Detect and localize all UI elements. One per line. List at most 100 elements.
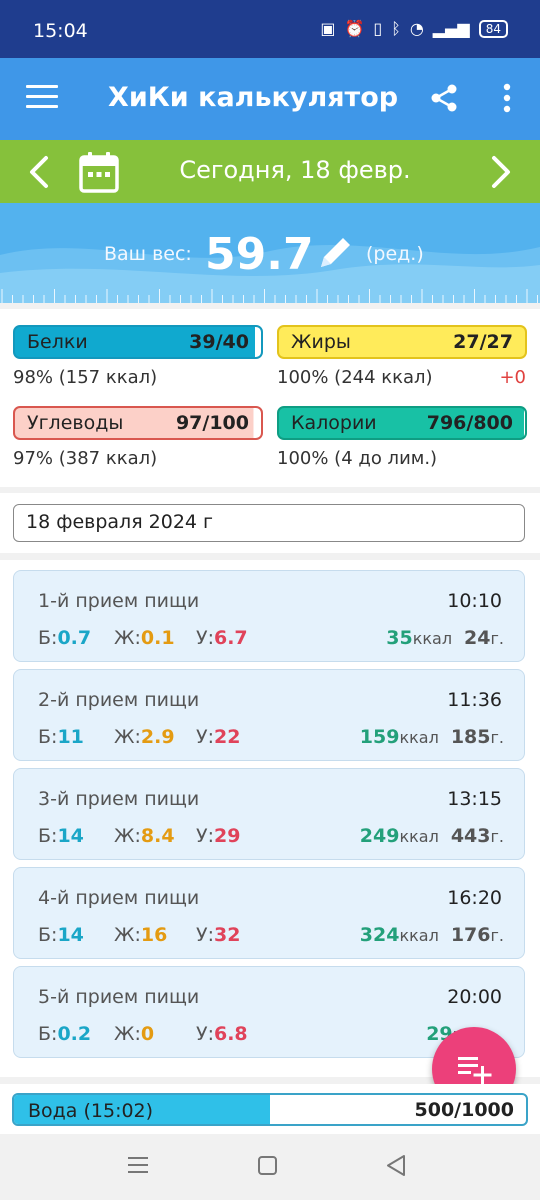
nfc-icon: ▣	[320, 19, 336, 38]
meal-time: 16:20	[447, 887, 502, 909]
hamburger-menu-icon[interactable]	[26, 85, 58, 113]
meal-name: 4-й прием пищи	[38, 887, 200, 909]
meal-gram-unit: г.	[490, 629, 505, 648]
meal-carbs: У:6.7	[196, 627, 248, 649]
calendar-icon[interactable]	[78, 150, 120, 194]
water-card: Вода (15:02) 500/1000	[0, 1084, 540, 1134]
date-field[interactable]: 18 февраля 2024 г	[13, 504, 525, 542]
chevron-right-icon[interactable]	[486, 154, 514, 190]
weight-edit-label[interactable]: (ред.)	[366, 243, 424, 265]
meal-item-3[interactable]: 3-й прием пищи 13:15 Б:14 Ж:8.4 У:29 249…	[13, 768, 525, 860]
meal-kcal: 35	[386, 627, 413, 649]
water-value: 500/1000	[414, 1099, 514, 1121]
meal-gram-unit: г.	[490, 728, 505, 747]
weight-value[interactable]: 59.7	[205, 229, 314, 280]
meal-name: 5-й прием пищи	[38, 986, 200, 1008]
meal-fat: Ж:0.1	[114, 627, 175, 649]
macros-summary-card: Белки 39/40 98% (157 ккал) Жиры 27/27 10…	[0, 309, 540, 487]
current-date-label[interactable]: Сегодня, 18 февр.	[140, 156, 450, 184]
meal-energy: 35ккал 24г.	[386, 627, 504, 649]
fat-label: Жиры	[291, 331, 351, 353]
wifi-icon: ◔	[409, 19, 424, 38]
meal-carbs: У:29	[196, 825, 241, 847]
status-bar: 15:04 ▣ ⏰ ▯ ᛒ ◔ ▂▄▆ 84	[0, 0, 540, 58]
meal-grams: 24	[464, 627, 491, 649]
pencil-icon[interactable]	[315, 233, 355, 273]
fat-value: 27/27	[453, 331, 513, 353]
meal-item-1[interactable]: 1-й прием пищи 10:10 Б:0.7 Ж:0.1 У:6.7 3…	[13, 570, 525, 662]
meal-protein: Б:0.2	[38, 1023, 92, 1045]
calories-chip[interactable]: Калории 796/800	[277, 406, 527, 440]
battery-icon: 84	[478, 19, 508, 38]
date-field-card: 18 февраля 2024 г	[0, 493, 540, 553]
meal-gram-unit: г.	[490, 827, 505, 846]
meal-nutrients: Б:0.2 Ж:0 У:6.8 29ккал	[38, 1023, 504, 1049]
meal-protein: Б:11	[38, 726, 84, 748]
share-icon[interactable]	[428, 82, 460, 114]
playlist-add-icon	[458, 1057, 492, 1084]
app-bar: ХиКи калькулятор...	[0, 58, 540, 140]
weight-label: Ваш вес:	[104, 243, 192, 265]
meal-time: 10:10	[447, 590, 502, 612]
meals-list: 1-й прием пищи 10:10 Б:0.7 Ж:0.1 У:6.7 3…	[0, 560, 540, 1077]
meal-nutrients: Б:11 Ж:2.9 У:22 159ккал 185г.	[38, 726, 504, 752]
weight-panel[interactable]: Ваш вес: 59.7 (ред.)	[0, 203, 540, 303]
meal-kcal: 159	[359, 726, 400, 748]
meal-fat: Ж:16	[114, 924, 168, 946]
meal-energy: 324ккал 176г.	[360, 924, 504, 946]
meal-grams: 443	[450, 825, 491, 847]
alarm-icon: ⏰	[344, 19, 365, 38]
meal-item-4[interactable]: 4-й прием пищи 16:20 Б:14 Ж:16 У:32 324к…	[13, 867, 525, 959]
meal-kcal: 324	[359, 924, 400, 946]
meal-fat: Ж:2.9	[114, 726, 175, 748]
meal-time: 13:15	[447, 788, 502, 810]
meal-gram-unit: г.	[490, 926, 505, 945]
carbs-percent: 97% (387 ккал)	[13, 448, 158, 469]
meal-kcal-unit: ккал	[399, 728, 439, 747]
meal-energy: 249ккал 443г.	[360, 825, 504, 847]
meal-time: 20:00	[447, 986, 502, 1008]
back-icon[interactable]	[386, 1155, 406, 1176]
meal-nutrients: Б:0.7 Ж:0.1 У:6.7 35ккал 24г.	[38, 627, 504, 653]
protein-chip[interactable]: Белки 39/40	[13, 325, 263, 359]
calories-value: 796/800	[426, 412, 513, 434]
meal-protein: Б:14	[38, 825, 84, 847]
system-nav-bar	[0, 1134, 540, 1200]
meal-time: 11:36	[447, 689, 502, 711]
protein-label: Белки	[27, 331, 88, 353]
fat-delta: +0	[499, 367, 526, 388]
meal-fat: Ж:0	[114, 1023, 155, 1045]
fat-chip[interactable]: Жиры 27/27	[277, 325, 527, 359]
chevron-left-icon[interactable]	[26, 154, 54, 190]
home-icon[interactable]	[258, 1156, 277, 1175]
meal-kcal: 249	[359, 825, 400, 847]
calories-percent: 100% (4 до лим.)	[277, 448, 438, 469]
meal-kcal-unit: ккал	[412, 629, 453, 648]
meal-name: 2-й прием пищи	[38, 689, 200, 711]
meal-grams: 185	[450, 726, 491, 748]
meal-kcal-unit: ккал	[399, 926, 439, 945]
bluetooth-icon: ᛒ	[391, 19, 401, 38]
status-time: 15:04	[33, 20, 88, 42]
meal-protein: Б:14	[38, 924, 84, 946]
water-label: Вода (15:02)	[28, 1100, 154, 1122]
meal-protein: Б:0.7	[38, 627, 92, 649]
meal-carbs: У:6.8	[196, 1023, 248, 1045]
meal-nutrients: Б:14 Ж:8.4 У:29 249ккал 443г.	[38, 825, 504, 851]
vibrate-icon: ▯	[373, 19, 383, 38]
meal-energy: 159ккал 185г.	[360, 726, 504, 748]
recents-icon[interactable]	[128, 1156, 148, 1174]
signal-icon: ▂▄▆	[432, 19, 470, 38]
more-vert-icon[interactable]	[500, 82, 514, 114]
meal-name: 1-й прием пищи	[38, 590, 200, 612]
date-navigation: Сегодня, 18 февр.	[0, 140, 540, 203]
meal-item-2[interactable]: 2-й прием пищи 11:36 Б:11 Ж:2.9 У:22 159…	[13, 669, 525, 761]
fat-percent: 100% (244 ккал)	[277, 367, 433, 388]
carbs-value: 97/100	[175, 412, 249, 434]
carbs-chip[interactable]: Углеводы 97/100	[13, 406, 263, 440]
meal-kcal-unit: ккал	[399, 827, 439, 846]
water-progress[interactable]: Вода (15:02) 500/1000	[12, 1093, 528, 1126]
calories-label: Калории	[291, 412, 377, 434]
meal-nutrients: Б:14 Ж:16 У:32 324ккал 176г.	[38, 924, 504, 950]
meal-name: 3-й прием пищи	[38, 788, 200, 810]
